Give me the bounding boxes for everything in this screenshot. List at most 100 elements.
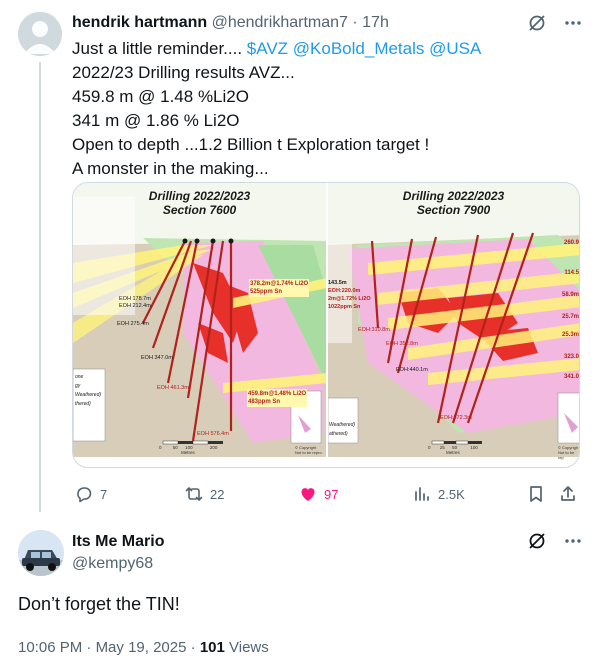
depth-label: 143.5m (328, 280, 347, 286)
more-options-icon[interactable] (562, 12, 584, 34)
media-image-section-7600[interactable]: Drilling 2022/2023 Section 7600 378.2m@1… (73, 183, 326, 467)
legend-item: gy (75, 383, 81, 389)
legend-right: Weathered) athered) (329, 421, 355, 439)
legend-item: athered) (329, 431, 348, 437)
scale-tick: 0 (159, 445, 162, 450)
text-line-4: 341 m @ 1.86 % Li2O (72, 111, 240, 130)
tweet-header: hendrik hartmann @hendrikhartman7 · 17h (72, 13, 389, 33)
reply-author-name[interactable]: Its Me Mario (72, 532, 164, 552)
grok-icon[interactable] (526, 530, 548, 552)
eoh-label: EOH 275.4m (117, 321, 149, 327)
default-avatar-icon (18, 12, 62, 56)
callout-378-grade: 378.2m@1.74% Li2O (250, 281, 309, 287)
car-avatar-icon (18, 530, 64, 576)
views-button[interactable]: 2.5K (412, 484, 465, 504)
bookmark-icon (530, 486, 542, 502)
more-options-icon[interactable] (562, 530, 584, 552)
legend-left: one gy Weathered) thered) (75, 373, 101, 409)
author-name[interactable]: hendrik hartmann (72, 14, 207, 31)
like-count: 97 (324, 486, 339, 502)
scale-tick: 0 (428, 445, 431, 450)
section-7600-title-line1: Drilling 2022/2023 (148, 189, 251, 203)
tweet-text: Just a little reminder.... $AVZ @KoBold_… (72, 37, 481, 181)
repro-note: Not to be repro (295, 450, 322, 455)
eoh-label: EOH:440.1m (396, 367, 428, 373)
legend-item: Weathered) (75, 392, 102, 398)
scale-bar-right: 0 25 50 100 Metres (428, 445, 478, 455)
callout-column-right: 260.9 114.5 58.9m 25.7m 25.3m 323.0 341.… (562, 239, 579, 381)
tweet-time[interactable]: 17h (362, 14, 389, 31)
reply-text: Don’t forget the TIN! (18, 594, 180, 614)
scale-unit: Metres (181, 450, 195, 455)
share-button[interactable] (558, 484, 578, 504)
eoh-label: EOH 212.4m (119, 303, 151, 309)
copyright-left: © Copyright Not to be repro (295, 445, 322, 455)
callout-value: 25.7m (561, 314, 579, 320)
callout-value: 341.0 (563, 374, 579, 380)
share-icon (561, 486, 575, 501)
callout-value: 25.3m (561, 332, 579, 338)
reply-avatar[interactable] (18, 530, 64, 576)
meta-separator: · (186, 639, 200, 656)
repro-note: Not to be rep (558, 450, 575, 460)
scale-bar-left: 0 50 100 200 Metres (159, 445, 217, 455)
legend-item: one (75, 374, 84, 380)
eoh-label: EOH 576.4m (197, 431, 229, 437)
main-tweet: hendrik hartmann @hendrikhartman7 · 17h … (0, 0, 598, 520)
section-7900-title-line1: Drilling 2022/2023 (402, 189, 505, 203)
cashtag-link[interactable]: $AVZ (247, 39, 288, 58)
eoh-label: EOH:310.8m (358, 327, 390, 333)
section-7600-diagram (73, 183, 326, 467)
scale-tick: 100 (470, 445, 478, 450)
grok-icon[interactable] (526, 12, 548, 34)
text-line-3: 459.8 m @ 1.48 %Li2O (72, 87, 249, 106)
callout-378-sn: 525ppm Sn (250, 289, 283, 295)
reply-author-handle[interactable]: @kempy68 (72, 554, 153, 574)
heart-filled-icon (301, 488, 315, 501)
mention-links[interactable]: @KoBold_Metals @USA (288, 39, 482, 58)
reply-views-label: Views (224, 639, 269, 656)
repost-icon (185, 487, 203, 501)
scale-tick: 200 (209, 445, 218, 450)
reply-date[interactable]: May 19, 2025 (96, 639, 187, 656)
text-line-5: Open to depth ...1.2 Billion t Explorati… (72, 135, 430, 154)
grade-label: 2m@1.72% Li2O (328, 296, 371, 302)
header-separator: · (352, 14, 358, 31)
avatar-default[interactable] (18, 12, 62, 56)
view-count: 2.5K (438, 486, 465, 502)
callout-value: 58.9m (561, 292, 579, 298)
callout-value: 114.5 (564, 270, 579, 276)
legend-item: Weathered) (329, 422, 356, 428)
author-handle[interactable]: @hendrikhartman7 (212, 14, 348, 31)
section-7900-title: Drilling 2022/2023 Section 7900 (328, 189, 579, 217)
tweet-top-icons (526, 12, 584, 34)
like-button[interactable]: 97 (298, 484, 338, 504)
reply-count: 7 (100, 486, 108, 502)
text-line-1: Just a little reminder.... (72, 39, 247, 58)
thread-line (39, 62, 41, 512)
text-line-2: 2022/23 Drilling results AVZ... (72, 63, 295, 82)
callout-378-label: 378.2m@1.74% Li2O 525ppm Sn (249, 279, 310, 297)
reply-icon (77, 487, 92, 503)
media-image-section-7900[interactable]: Drilling 2022/2023 Section 7900 260.9 11… (326, 183, 579, 467)
eoh-label: EOH:572.3m (440, 415, 472, 421)
eoh-labels-left: EOH 178.7m EOH 212.4m (119, 296, 151, 310)
repost-button[interactable]: 22 (184, 484, 224, 504)
copyright-right: © Copyrigh Not to be rep (558, 445, 579, 460)
scale-tick: 50 (172, 445, 178, 450)
eoh-label: EOH 352.8m (386, 341, 418, 347)
reply-button[interactable]: 7 (74, 484, 107, 504)
tweet-media[interactable]: Drilling 2022/2023 Section 7600 378.2m@1… (72, 182, 580, 468)
analytics-icon (415, 487, 429, 501)
repost-count: 22 (210, 486, 225, 502)
eoh-label: EOH 461.3m (157, 385, 189, 391)
tweet-actions: 7 22 97 2.5K (64, 480, 584, 508)
reply-views-count: 101 (199, 639, 225, 656)
bookmark-button[interactable] (526, 484, 546, 504)
eoh-label: EOH:220.0m (328, 288, 361, 294)
meta-separator: · (82, 639, 96, 656)
reply-top-icons (526, 530, 584, 552)
reply-time[interactable]: 10:06 PM (18, 639, 82, 656)
callout-459-label: 459.8m@1.48% Li2O 483ppm Sn (247, 389, 308, 407)
reply-meta: 10:06 PM · May 19, 2025 · 101 Views (18, 638, 269, 658)
